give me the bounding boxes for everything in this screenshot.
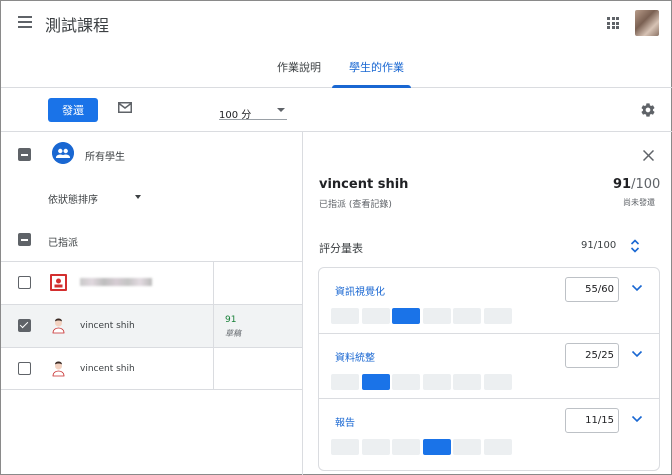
column-divider: [213, 305, 214, 347]
criterion-item: 資料統整 25/25: [319, 333, 659, 398]
select-all-checkbox[interactable]: [18, 148, 31, 161]
window-frame: 測試課程 作業說明 學生的作業 發還 100 分 所有學生 依狀態排序 已指派 …: [0, 0, 672, 475]
row-checkbox-checked[interactable]: [18, 319, 31, 332]
return-status: 尚未發還: [623, 198, 655, 207]
rubric-score: 91/100: [581, 240, 617, 251]
grade-value[interactable]: 91: [225, 315, 236, 325]
student-detail-panel: vincent shih 已指派 (查看記錄) 91/100 尚未發還 評分量表…: [303, 132, 672, 475]
student-avatar: [52, 361, 65, 377]
total-score: 91/100: [613, 177, 660, 192]
rubric-level[interactable]: [422, 308, 451, 324]
points-value: 100 分: [219, 110, 252, 121]
chevron-down-icon[interactable]: [631, 414, 643, 424]
close-icon[interactable]: [643, 150, 654, 161]
assigned-history-link[interactable]: 已指派 (查看記錄): [319, 197, 392, 210]
criterion-item: 資訊視覺化 55/60: [319, 268, 659, 333]
criterion-score-input[interactable]: 25/25: [565, 343, 619, 368]
apps-grid-icon[interactable]: [607, 17, 619, 29]
rubric-level[interactable]: [483, 439, 512, 455]
return-button[interactable]: 發還: [48, 98, 98, 122]
tab-bar: 作業說明 學生的作業: [1, 45, 672, 88]
grade-status: 草稿: [225, 329, 241, 338]
rubric-level-selected[interactable]: [392, 308, 420, 324]
rubric-title: 評分量表: [319, 242, 363, 255]
caret-down-icon: [277, 108, 285, 112]
chevron-down-icon[interactable]: [631, 349, 643, 359]
criterion-score-input[interactable]: 11/15: [565, 408, 619, 433]
row-checkbox[interactable]: [18, 276, 31, 289]
criterion-name: 資料統整: [335, 353, 375, 364]
table-row[interactable]: vincent shih 91 草稿: [1, 304, 302, 347]
rubric-level-selected[interactable]: [361, 374, 390, 390]
score-denominator: /100: [631, 177, 661, 192]
rubric-level[interactable]: [483, 308, 512, 324]
rubric-level[interactable]: [392, 439, 420, 455]
column-divider: [213, 348, 214, 389]
rubric-level[interactable]: [483, 374, 512, 390]
sort-dropdown-label[interactable]: 依狀態排序: [48, 191, 98, 206]
assigned-group-checkbox[interactable]: [18, 233, 31, 246]
rubric-level[interactable]: [422, 374, 451, 390]
app-header: 測試課程: [1, 1, 672, 45]
rubric-level[interactable]: [453, 308, 481, 324]
rubric-level-selected[interactable]: [422, 439, 451, 455]
table-row[interactable]: [1, 261, 302, 304]
rubric-level[interactable]: [331, 374, 359, 390]
criterion-item: 報告 11/15: [319, 398, 659, 463]
rubric-level[interactable]: [331, 308, 359, 324]
rubric-level[interactable]: [453, 439, 481, 455]
mail-icon[interactable]: [118, 102, 132, 113]
caret-down-icon[interactable]: [135, 195, 141, 199]
all-students-label[interactable]: 所有學生: [85, 148, 125, 163]
rubric-level[interactable]: [392, 374, 420, 390]
score-value: 91: [613, 177, 632, 192]
criterion-score-input[interactable]: 55/60: [565, 277, 619, 302]
criterion-name: 報告: [335, 418, 355, 429]
assigned-group-label: 已指派: [48, 238, 78, 249]
column-divider: [213, 262, 214, 304]
rubric-level[interactable]: [453, 374, 481, 390]
criterion-name: 資訊視覺化: [335, 287, 385, 298]
course-title[interactable]: 測試課程: [45, 12, 109, 36]
student-avatar: [50, 274, 67, 291]
tab-instructions[interactable]: 作業說明: [277, 59, 321, 75]
table-row[interactable]: vincent shih: [1, 347, 302, 390]
student-name: vincent shih: [80, 321, 135, 331]
toolbar: 發還 100 分: [1, 88, 672, 132]
blurred-student-name: [80, 278, 152, 286]
gear-icon[interactable]: [640, 102, 656, 118]
rubric-level[interactable]: [331, 439, 359, 455]
menu-icon[interactable]: [18, 16, 32, 28]
account-avatar[interactable]: [635, 10, 659, 36]
row-checkbox[interactable]: [18, 362, 31, 375]
expand-collapse-icon[interactable]: [630, 239, 640, 253]
points-select[interactable]: 100 分: [219, 101, 287, 121]
detail-student-name: vincent shih: [319, 177, 409, 192]
rubric-criteria-list: 資訊視覺化 55/60 資料統整 25/25 報告 11/15: [318, 267, 660, 471]
student-avatar: [52, 318, 65, 334]
rubric-level[interactable]: [361, 439, 390, 455]
tab-student-work[interactable]: 學生的作業: [349, 59, 404, 75]
rubric-level[interactable]: [361, 308, 390, 324]
student-name: vincent shih: [80, 364, 135, 374]
student-list-panel: 所有學生 依狀態排序 已指派 vincent shih 91 草稿 vincen…: [1, 132, 303, 475]
chevron-down-icon[interactable]: [631, 283, 643, 293]
people-icon: [52, 142, 74, 164]
